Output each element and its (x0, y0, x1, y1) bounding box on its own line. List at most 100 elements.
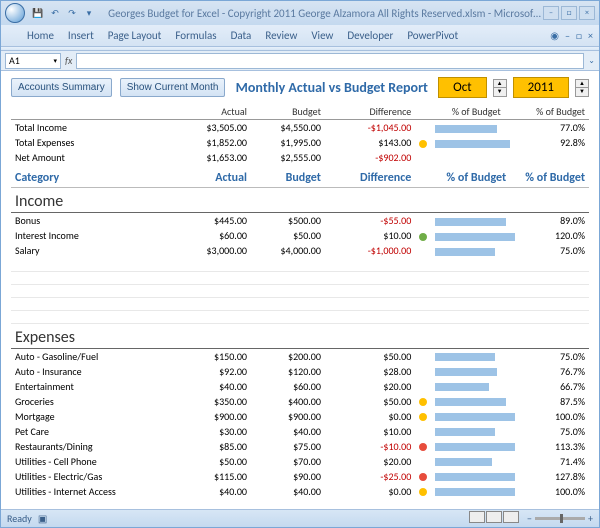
row-diff: $0.00 (325, 409, 415, 424)
row-bar (431, 150, 521, 165)
row-actual: $85.00 (177, 439, 251, 454)
min-ribbon-icon[interactable]: – (565, 29, 570, 42)
row-diff: -$902.00 (325, 150, 415, 165)
row-indicator (415, 228, 431, 243)
redo-icon[interactable]: ↷ (65, 6, 79, 20)
save-icon[interactable]: 💾 (31, 6, 45, 20)
row-pct: 87.5% (521, 394, 589, 409)
tab-view[interactable]: View (311, 29, 333, 42)
row-budget: $900.00 (251, 409, 325, 424)
col-pct: % of Budget (521, 104, 589, 120)
table-row[interactable]: Bonus$445.00$500.00-$55.0089.0% (11, 213, 589, 229)
table-row[interactable]: Interest Income$60.00$50.00$10.00120.0% (11, 228, 589, 243)
formula-bar[interactable] (76, 53, 584, 69)
row-indicator (415, 424, 431, 439)
row-bar (431, 243, 521, 258)
year-stepper[interactable]: ▲▼ (575, 79, 589, 97)
fx-icon[interactable]: fx (65, 54, 72, 67)
help-icon[interactable]: ◉ (550, 29, 559, 42)
maximize-button[interactable]: □ (561, 6, 577, 20)
table-row[interactable]: Mortgage$900.00$900.00$0.00100.0% (11, 409, 589, 424)
close-doc-icon[interactable]: × (588, 29, 593, 42)
view-buttons[interactable] (468, 511, 519, 526)
table-row[interactable]: Utilities - Electric/Gas$115.00$90.00-$2… (11, 469, 589, 484)
table-row[interactable]: Auto - Insurance$92.00$120.00$28.0076.7% (11, 364, 589, 379)
row-label: Entertainment (11, 379, 177, 394)
row-indicator (415, 348, 431, 364)
title-bar: 💾 ↶ ↷ ▾ Georges Budget for Excel - Copyr… (1, 1, 599, 25)
row-bar (431, 213, 521, 229)
undo-icon[interactable]: ↶ (48, 6, 62, 20)
report-table: Actual Budget Difference % of Budget % o… (11, 104, 589, 509)
tab-data[interactable]: Data (231, 29, 252, 42)
accounts-summary-button[interactable]: Accounts Summary (11, 78, 112, 97)
month-stepper[interactable]: ▲▼ (493, 79, 507, 97)
down-arrow-icon[interactable]: ▼ (576, 88, 588, 96)
row-actual: $3,505.00 (177, 120, 251, 136)
row-budget: $400.00 (251, 394, 325, 409)
row-budget: $500.00 (251, 213, 325, 229)
row-bar (431, 394, 521, 409)
zoom-in-icon[interactable]: + (588, 512, 593, 525)
table-row[interactable]: Salary$3,000.00$4,000.00-$1,000.0075.0% (11, 243, 589, 258)
tab-page-layout[interactable]: Page Layout (108, 29, 162, 42)
row-diff: $20.00 (325, 379, 415, 394)
col-pct-bar: % of Budget (431, 104, 521, 120)
table-row[interactable]: Groceries$350.00$400.00$50.0087.5% (11, 394, 589, 409)
row-actual: $350.00 (177, 394, 251, 409)
row-bar (431, 228, 521, 243)
macro-icon[interactable]: ▣ (38, 512, 47, 525)
row-label: Utilities - Electric/Gas (11, 469, 177, 484)
down-arrow-icon[interactable]: ▼ (494, 88, 506, 96)
restore-icon[interactable]: □ (576, 29, 582, 42)
income-section: Income (11, 188, 589, 213)
row-pct: 100.0% (521, 409, 589, 424)
status-dot-icon (419, 473, 427, 481)
row-pct: 75.0% (521, 424, 589, 439)
zoom-control[interactable]: −+ (527, 512, 593, 525)
worksheet[interactable]: Accounts Summary Show Current Month Mont… (1, 71, 599, 509)
row-indicator (415, 135, 431, 150)
table-row[interactable]: Net Amount$1,653.00$2,555.00-$902.00 (11, 150, 589, 165)
row-label: Mortgage (11, 409, 177, 424)
row-actual: $445.00 (177, 213, 251, 229)
table-row[interactable]: Restaurants/Dining$85.00$75.00-$10.00113… (11, 439, 589, 454)
row-indicator (415, 439, 431, 454)
close-button[interactable]: × (579, 6, 595, 20)
table-row[interactable]: Auto - Gasoline/Fuel$150.00$200.00$50.00… (11, 348, 589, 364)
table-row[interactable]: Utilities - Internet Access$40.00$40.00$… (11, 484, 589, 499)
row-bar (431, 409, 521, 424)
row-diff: $50.00 (325, 394, 415, 409)
chevron-down-icon[interactable]: ▾ (53, 56, 57, 65)
tab-insert[interactable]: Insert (68, 29, 94, 42)
name-box[interactable]: A1▾ (5, 53, 61, 69)
row-budget: $40.00 (251, 484, 325, 499)
table-row[interactable]: Total Income$3,505.00$4,550.00-$1,045.00… (11, 120, 589, 136)
window-title: Georges Budget for Excel - Copyright 201… (106, 7, 543, 20)
tab-home[interactable]: Home (27, 29, 54, 42)
minimize-button[interactable]: – (543, 6, 559, 20)
show-current-month-button[interactable]: Show Current Month (120, 78, 226, 97)
formula-bar-row: A1▾ fx ⌄ (1, 51, 599, 71)
expenses-section: Expenses (11, 323, 589, 348)
row-actual: $40.00 (177, 484, 251, 499)
row-diff: $28.00 (325, 364, 415, 379)
tab-developer[interactable]: Developer (347, 29, 393, 42)
table-row[interactable]: Entertainment$40.00$60.00$20.0066.7% (11, 379, 589, 394)
tab-review[interactable]: Review (265, 29, 297, 42)
table-row[interactable]: Pet Care$30.00$40.00$10.0075.0% (11, 424, 589, 439)
table-row[interactable]: Utilities - Cell Phone$50.00$70.00$20.00… (11, 454, 589, 469)
tab-powerpivot[interactable]: PowerPivot (407, 29, 458, 42)
qat-chevron-icon[interactable]: ▾ (82, 6, 96, 20)
expand-formula-icon[interactable]: ⌄ (588, 56, 595, 66)
tab-formulas[interactable]: Formulas (175, 29, 216, 42)
zoom-out-icon[interactable]: − (527, 512, 532, 525)
row-diff: -$55.00 (325, 213, 415, 229)
status-dot-icon (419, 488, 427, 496)
table-row[interactable]: Total Expenses$1,852.00$1,995.00$143.009… (11, 135, 589, 150)
row-indicator (415, 454, 431, 469)
office-button[interactable] (5, 3, 25, 23)
row-indicator (415, 213, 431, 229)
row-bar (431, 348, 521, 364)
row-pct: 77.0% (521, 120, 589, 136)
